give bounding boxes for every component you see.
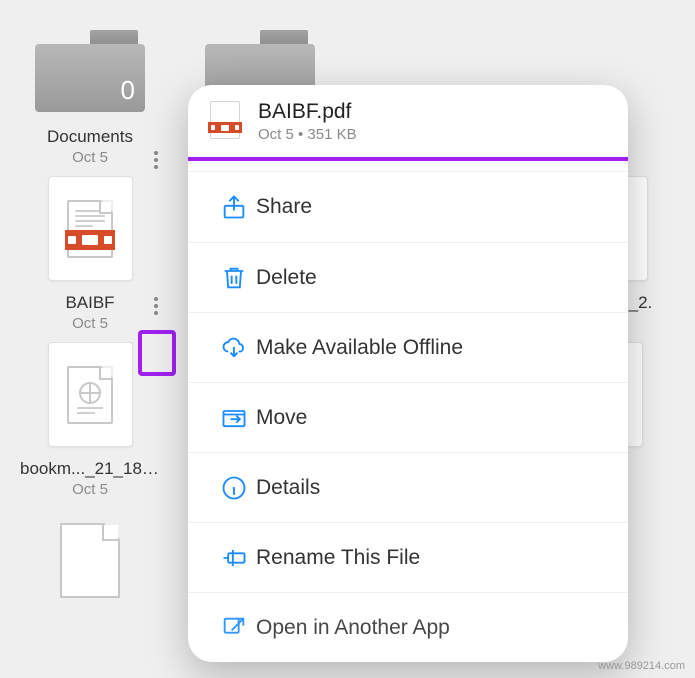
- pdf-file-icon: [210, 101, 240, 139]
- item-date: Oct 5: [72, 149, 108, 166]
- menu-item-offline[interactable]: Make Available Offline: [188, 312, 628, 382]
- menu-label: Make Available Offline: [256, 336, 463, 360]
- share-icon: [212, 193, 256, 221]
- menu-file-name: BAIBF.pdf: [258, 100, 604, 124]
- rename-icon: [212, 544, 256, 572]
- menu-item-delete[interactable]: Delete: [188, 242, 628, 312]
- menu-label: Details: [256, 476, 320, 500]
- menu-label: Delete: [256, 266, 317, 290]
- watermark: www.989214.com: [598, 660, 685, 672]
- file-baibf[interactable]: BAIBF Oct 5: [20, 176, 160, 332]
- item-date: Oct 5: [72, 315, 108, 332]
- item-name: Documents: [47, 127, 133, 147]
- menu-label: Share: [256, 195, 312, 219]
- menu-header: BAIBF.pdf Oct 5 • 351 KB: [188, 85, 628, 157]
- folder-documents[interactable]: 0 Documents Oct 5: [20, 30, 160, 166]
- trash-icon: [212, 264, 256, 292]
- menu-label: Rename This File: [256, 546, 420, 570]
- menu-item-share[interactable]: Share: [188, 172, 628, 242]
- open-in-icon: [212, 614, 256, 642]
- item-date: Oct 5: [72, 481, 108, 498]
- file-bookmark[interactable]: bookm..._21_18_3. Oct 5: [20, 342, 160, 498]
- file-context-menu: BAIBF.pdf Oct 5 • 351 KB Share Delete: [188, 85, 628, 662]
- menu-item-rename[interactable]: Rename This File: [188, 522, 628, 592]
- item-name: BAIBF: [65, 293, 114, 313]
- cloud-download-icon: [212, 334, 256, 362]
- menu-label: Open in Another App: [256, 616, 450, 640]
- menu-file-meta: Oct 5 • 351 KB: [258, 126, 604, 143]
- pdf-file-icon: [48, 176, 133, 281]
- info-icon: [212, 474, 256, 502]
- item-name: bookm..._21_18_3.: [20, 459, 160, 479]
- more-options-icon[interactable]: [146, 145, 166, 175]
- menu-item-open-another[interactable]: Open in Another App: [188, 592, 628, 662]
- menu-item-move[interactable]: Move: [188, 382, 628, 452]
- blank-file-icon: [48, 508, 133, 613]
- menu-item-details[interactable]: Details: [188, 452, 628, 522]
- more-options-icon[interactable]: [146, 291, 166, 321]
- menu-label: Move: [256, 406, 307, 430]
- folder-count: 0: [121, 75, 135, 106]
- webloc-file-icon: [48, 342, 133, 447]
- move-folder-icon: [212, 404, 256, 432]
- file-blank[interactable]: [20, 508, 160, 613]
- folder-icon: 0: [35, 30, 145, 115]
